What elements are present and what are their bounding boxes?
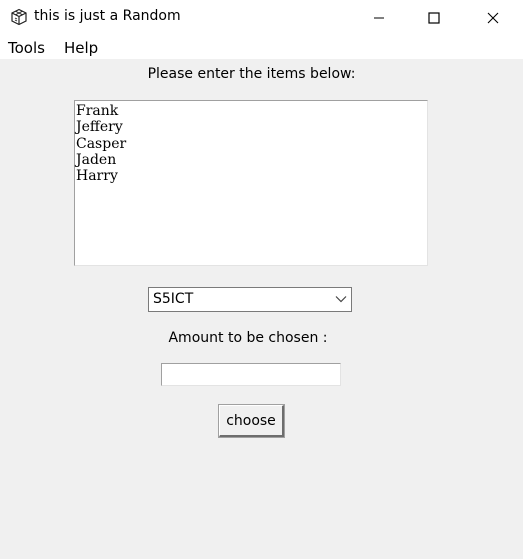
maximize-icon	[428, 11, 440, 24]
item-line: Jaden	[76, 151, 117, 168]
items-textarea[interactable]: Frank Jeffery Casper Jaden Harry	[74, 100, 428, 266]
choose-button[interactable]: choose	[218, 404, 285, 438]
item-line: Casper	[76, 135, 127, 152]
maximize-button[interactable]	[411, 0, 457, 35]
title-bar[interactable]: this is just a Random	[0, 0, 523, 35]
menu-help[interactable]: Help	[64, 39, 98, 57]
item-line: Frank	[76, 103, 119, 119]
minimize-icon	[374, 17, 384, 18]
cube-icon	[10, 8, 28, 26]
item-line: Jeffery	[76, 119, 123, 136]
close-button[interactable]	[470, 0, 516, 35]
class-select-value: S5ICT	[153, 291, 194, 307]
amount-label: Amount to be chosen :	[168, 330, 328, 346]
class-select[interactable]: S5ICT	[148, 287, 352, 312]
menu-tools[interactable]: Tools	[8, 39, 45, 57]
minimize-button[interactable]	[356, 0, 402, 35]
chevron-down-icon[interactable]	[335, 295, 347, 303]
amount-input[interactable]	[161, 363, 341, 386]
item-line: Harry	[76, 168, 118, 185]
items-prompt-label: Please enter the items below:	[147, 66, 356, 82]
window-title: this is just a Random	[34, 8, 181, 24]
close-icon	[487, 12, 499, 23]
